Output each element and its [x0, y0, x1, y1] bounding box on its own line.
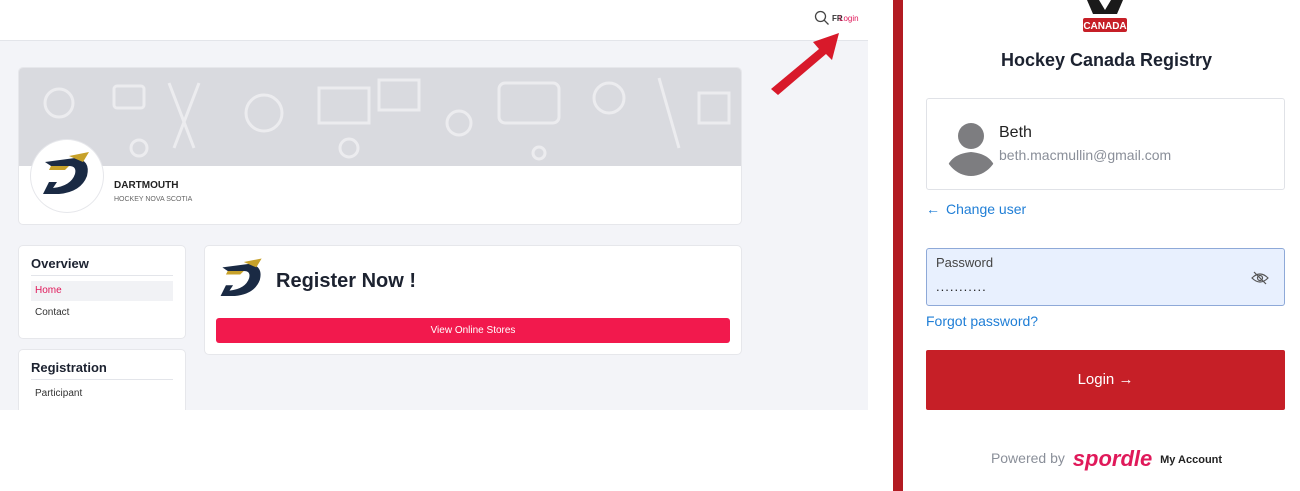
club-name: DARTMOUTH	[114, 180, 179, 191]
user-email: beth.macmullin@gmail.com	[999, 147, 1172, 163]
red-arrow-annotation	[771, 33, 839, 95]
hockey-canada-logo: CANADA	[1083, 0, 1127, 32]
eye-off-icon[interactable]	[1251, 270, 1269, 286]
registration-title: Registration	[31, 360, 107, 375]
site-topbar: FR Login	[0, 0, 868, 41]
login-link[interactable]: Login	[839, 14, 859, 23]
selected-user-card: Beth beth.macmullin@gmail.com	[926, 98, 1285, 190]
login-panel: CANADA Hockey Canada Registry Beth beth.…	[903, 0, 1300, 491]
change-user-link[interactable]: ← Change user	[926, 201, 1026, 217]
decorative-red-strip	[893, 0, 903, 491]
register-now-title: Register Now !	[276, 270, 417, 292]
password-label: Password	[936, 255, 994, 270]
registration-divider	[31, 379, 173, 380]
login-button[interactable]: Login →	[926, 350, 1285, 410]
forgot-password-link[interactable]: Forgot password?	[926, 313, 1038, 329]
my-account-label: My Account	[1160, 454, 1223, 466]
logo-text: CANADA	[1083, 21, 1126, 32]
user-avatar-icon	[945, 123, 997, 176]
overview-title: Overview	[31, 256, 89, 271]
user-name: Beth	[999, 124, 1032, 141]
club-logo	[31, 140, 103, 212]
dartmouth-logo-icon	[220, 258, 262, 296]
overview-divider	[31, 275, 173, 276]
club-site-panel: FR Login DARTMOUTH HOCKEY NOVA SCOTIA Ov…	[0, 0, 868, 410]
hockey-pattern-banner	[19, 68, 741, 166]
nav-item-participant[interactable]: Participant	[31, 384, 173, 404]
dartmouth-logo-icon	[43, 152, 89, 194]
club-banner-card: DARTMOUTH HOCKEY NOVA SCOTIA	[19, 68, 741, 224]
nav-item-home[interactable]: Home	[31, 281, 173, 301]
password-field[interactable]: Password ...........	[926, 248, 1285, 306]
club-association: HOCKEY NOVA SCOTIA	[114, 196, 193, 203]
arrow-left-icon: ←	[926, 201, 940, 217]
powered-by-footer: Powered by spordle My Account	[903, 446, 1300, 472]
register-now-card: Register Now ! View Online Stores	[205, 246, 741, 354]
registration-nav-card: Registration Participant	[19, 350, 185, 410]
overview-nav-card: Overview Home Contact	[19, 246, 185, 338]
arrow-right-icon: →	[1118, 371, 1134, 388]
nav-item-contact[interactable]: Contact	[31, 303, 173, 323]
spordle-logo: spordle	[1072, 446, 1153, 471]
view-online-stores-button[interactable]: View Online Stores	[216, 318, 730, 343]
powered-by-label: Powered by	[990, 450, 1065, 466]
registry-title: Hockey Canada Registry	[1000, 50, 1213, 70]
password-input[interactable]: ...........	[936, 279, 987, 294]
change-user-label: Change user	[946, 201, 1027, 217]
login-button-label: Login	[1077, 371, 1115, 388]
